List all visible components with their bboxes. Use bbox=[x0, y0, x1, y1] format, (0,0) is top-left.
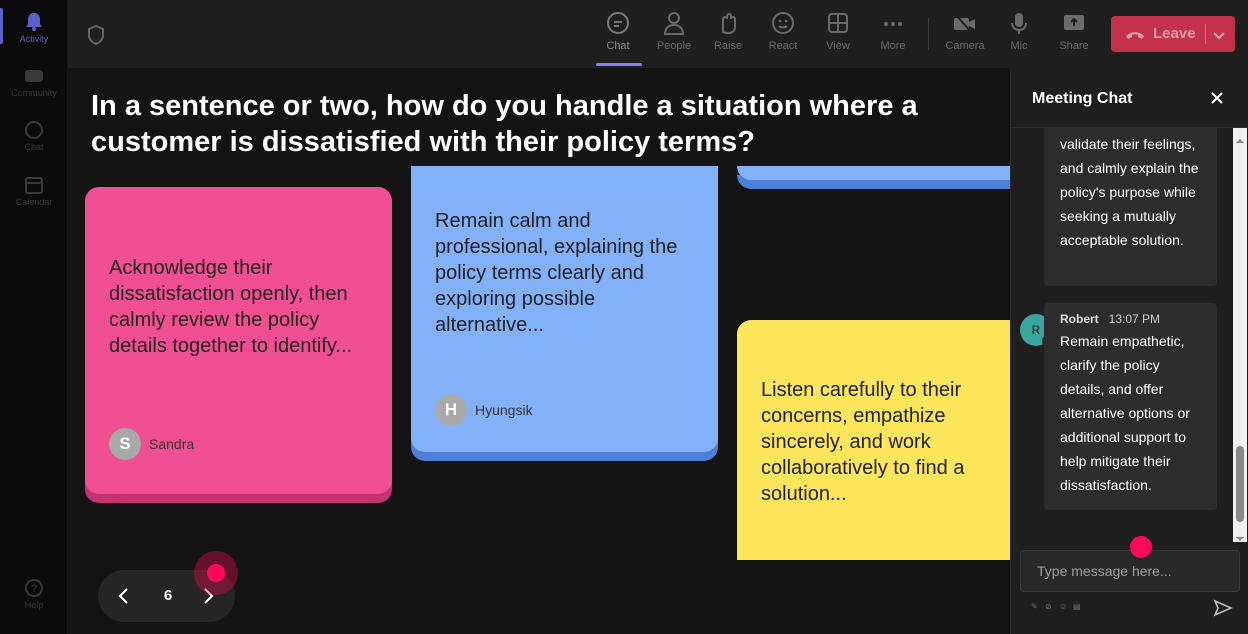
card-text: Listen carefully to their concerns, empa… bbox=[761, 379, 965, 505]
cursor-indicator bbox=[207, 564, 225, 582]
view-button[interactable]: View bbox=[816, 10, 860, 52]
hang-up-icon bbox=[1125, 25, 1145, 43]
rail-item-community[interactable]: Community bbox=[0, 66, 68, 98]
scroll-down-icon[interactable] bbox=[1236, 530, 1244, 541]
author-name: Hyungsik bbox=[475, 402, 533, 418]
chat-icon bbox=[606, 10, 630, 36]
grid-icon bbox=[826, 10, 850, 36]
message-author: Robert bbox=[1060, 312, 1099, 326]
more-label: More bbox=[880, 40, 906, 52]
close-icon[interactable] bbox=[1209, 90, 1225, 106]
chat-label: Chat bbox=[606, 40, 630, 52]
share-screen-icon bbox=[1062, 10, 1086, 36]
chat-header: Meeting Chat bbox=[1011, 68, 1248, 128]
attach-icon[interactable]: ⊘ bbox=[1045, 602, 1055, 612]
more-button[interactable]: More bbox=[871, 10, 915, 52]
rail-label: Help bbox=[24, 600, 44, 610]
people-button[interactable]: People bbox=[652, 10, 696, 52]
view-label: View bbox=[826, 40, 850, 52]
message-text: validate their feelings, and calmly expl… bbox=[1060, 136, 1199, 248]
card-text: Acknowledge their dissatisfaction openly… bbox=[109, 257, 353, 357]
scroll-up-icon[interactable] bbox=[1236, 132, 1244, 143]
response-card[interactable]: Acknowledge their dissatisfaction openly… bbox=[85, 187, 392, 494]
card-text: Remain calm and professional, explaining… bbox=[435, 210, 678, 336]
response-card[interactable] bbox=[737, 166, 1010, 180]
share-button[interactable]: Share bbox=[1052, 10, 1096, 52]
whiteboard-stage: In a sentence or two, how do you handle … bbox=[68, 68, 1010, 634]
message-time: 13:07 PM bbox=[1108, 312, 1161, 326]
raise-hand-button[interactable]: Raise bbox=[706, 10, 750, 52]
cursor-indicator bbox=[1130, 536, 1152, 558]
toolbar-divider bbox=[928, 18, 929, 50]
camera-off-icon bbox=[953, 10, 977, 36]
react-button[interactable]: React bbox=[761, 10, 805, 52]
hand-icon bbox=[716, 10, 740, 36]
scrollbar-thumb[interactable] bbox=[1236, 446, 1244, 522]
response-card[interactable]: Listen carefully to their concerns, empa… bbox=[737, 320, 1010, 560]
svg-text:?: ? bbox=[31, 583, 37, 595]
mic-icon bbox=[1007, 10, 1031, 36]
emoji-icon[interactable]: ☺ bbox=[1059, 602, 1069, 612]
smiley-icon bbox=[771, 10, 795, 36]
message-input[interactable] bbox=[1021, 551, 1239, 591]
meeting-toolbar: Chat People Raise React View More Camera… bbox=[68, 0, 1248, 68]
chat-active-indicator bbox=[596, 63, 642, 66]
leave-label: Leave bbox=[1153, 25, 1196, 42]
chevron-down-icon[interactable] bbox=[1212, 28, 1226, 40]
people-icon bbox=[662, 10, 686, 36]
page-number: 6 bbox=[163, 587, 173, 604]
app-rail: Activity Community Chat Calendar ? Help bbox=[0, 0, 68, 634]
question-title: In a sentence or two, how do you handle … bbox=[91, 90, 918, 158]
format-toolbar: ✎ ⊘ ☺ ▤ bbox=[1031, 602, 1083, 612]
chat-panel: Meeting Chat validate their feelings, an… bbox=[1010, 68, 1248, 634]
card-author: H Hyungsik bbox=[435, 394, 533, 426]
bell-icon bbox=[23, 12, 45, 32]
avatar: S bbox=[109, 428, 141, 460]
leave-divider bbox=[1205, 24, 1206, 44]
rail-label: Community bbox=[11, 88, 57, 98]
rail-label: Calendar bbox=[15, 197, 53, 207]
chat-messages: validate their feelings, and calmly expl… bbox=[1011, 128, 1233, 542]
camera-button[interactable]: Camera bbox=[943, 10, 987, 52]
chat-button[interactable]: Chat bbox=[596, 10, 640, 52]
mic-button[interactable]: Mic bbox=[997, 10, 1041, 52]
message-meta: Robert 13:07 PM bbox=[1060, 309, 1201, 329]
chevron-left-icon[interactable] bbox=[116, 586, 132, 606]
rail-item-help[interactable]: ? Help bbox=[0, 578, 68, 610]
community-icon bbox=[23, 66, 45, 86]
more-icon bbox=[881, 10, 905, 36]
rail-item-activity[interactable]: Activity bbox=[0, 12, 68, 44]
mic-label: Mic bbox=[1010, 40, 1028, 52]
avatar: H bbox=[435, 394, 467, 426]
chat-scrollbar[interactable] bbox=[1233, 128, 1247, 542]
send-icon[interactable] bbox=[1213, 599, 1233, 617]
calendar-icon bbox=[23, 175, 45, 195]
avatar-initial: R bbox=[1031, 323, 1041, 337]
share-label: Share bbox=[1059, 40, 1089, 52]
chat-message: Robert 13:07 PM Remain empathetic, clarif… bbox=[1044, 303, 1217, 510]
message-text: Remain empathetic, clarify the policy de… bbox=[1060, 333, 1190, 493]
shield-icon[interactable] bbox=[86, 24, 106, 46]
rail-label: Activity bbox=[19, 34, 49, 44]
raise-label: Raise bbox=[713, 40, 743, 52]
chat-icon bbox=[23, 120, 45, 140]
message-composer[interactable] bbox=[1020, 550, 1240, 592]
react-label: React bbox=[768, 40, 798, 52]
chat-title: Meeting Chat bbox=[1032, 90, 1133, 107]
camera-label: Camera bbox=[945, 40, 985, 52]
leave-button[interactable]: Leave bbox=[1111, 16, 1235, 52]
response-card[interactable]: Remain calm and professional, explaining… bbox=[411, 166, 718, 452]
rail-item-calendar[interactable]: Calendar bbox=[0, 175, 68, 207]
author-name: Sandra bbox=[149, 436, 195, 452]
help-icon: ? bbox=[23, 578, 45, 598]
gif-icon[interactable]: ▤ bbox=[1073, 602, 1083, 612]
format-icon[interactable]: ✎ bbox=[1031, 602, 1041, 612]
chat-message: validate their feelings, and calmly expl… bbox=[1044, 128, 1217, 286]
people-label: People bbox=[656, 40, 692, 52]
rail-label: Chat bbox=[24, 142, 44, 152]
rail-item-chat[interactable]: Chat bbox=[0, 120, 68, 152]
card-author: S Sandra bbox=[109, 428, 194, 460]
